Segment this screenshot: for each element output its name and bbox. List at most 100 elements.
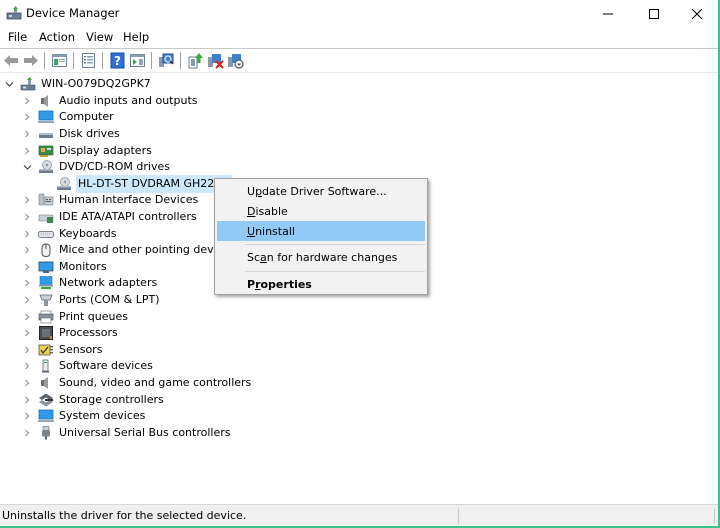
tree-category[interactable]: System devices — [22, 408, 146, 425]
expand-toggle-collapsed[interactable] — [22, 395, 32, 405]
ide-controller-icon — [38, 210, 54, 224]
chevron-right-icon — [25, 280, 30, 287]
uninstall-device-button[interactable] — [207, 52, 224, 69]
expand-toggle-collapsed[interactable] — [22, 229, 32, 239]
tree-category[interactable]: Audio inputs and outputs — [22, 93, 199, 110]
keyboard-icon — [38, 227, 54, 241]
show-hide-action-pane-button[interactable] — [129, 52, 146, 69]
expand-toggle-collapsed[interactable] — [22, 195, 32, 205]
back-button[interactable] — [3, 52, 20, 69]
chevron-right-icon — [25, 396, 30, 404]
back-arrow-icon — [4, 55, 18, 66]
sensor-icon — [38, 343, 54, 357]
tree-category[interactable]: Display adapters — [22, 142, 153, 159]
expand-toggle-collapsed[interactable] — [22, 411, 32, 421]
action-pane-icon — [130, 54, 145, 67]
expand-toggle-collapsed[interactable] — [22, 212, 32, 222]
computer-root-icon — [20, 77, 36, 91]
tree-category[interactable]: Disk drives — [22, 126, 121, 143]
tree-category[interactable]: Print queues — [22, 308, 129, 325]
minimize-icon — [603, 13, 613, 14]
context-menu-item[interactable]: Sc a n for hardware changes — [217, 247, 425, 267]
update-driver-button[interactable] — [187, 52, 204, 69]
speaker-icon — [38, 376, 54, 390]
expand-toggle-collapsed[interactable] — [22, 245, 32, 255]
tree-category[interactable]: Keyboards — [22, 225, 117, 242]
expand-toggle-collapsed[interactable] — [22, 295, 32, 305]
chevron-right-icon — [25, 313, 30, 321]
expand-toggle-collapsed[interactable] — [22, 278, 32, 288]
disable-device-button[interactable] — [227, 52, 244, 69]
context-menu-item[interactable]: Up date Driver Software... — [217, 181, 425, 201]
tree-category[interactable]: Network adapters — [22, 275, 158, 292]
chevron-right-icon — [25, 147, 30, 155]
tree-category[interactable]: Software devices — [22, 358, 154, 375]
expand-toggle-collapsed[interactable] — [22, 312, 32, 322]
context-menu-item[interactable]: Disable — [217, 201, 425, 221]
chevron-right-icon — [25, 130, 30, 138]
tree-category[interactable]: Processors — [22, 325, 119, 342]
properties-button[interactable] — [80, 52, 97, 69]
context-menu-item[interactable]: Pr operties — [217, 274, 425, 294]
computer-icon — [38, 110, 54, 124]
close-button[interactable] — [674, 0, 720, 27]
menu-label-part: Sc — [247, 250, 261, 264]
minimize-button[interactable] — [585, 0, 631, 27]
system-device-icon — [38, 409, 54, 423]
tree-root-computer[interactable]: WIN-O079DQ2GPK7 — [4, 76, 152, 93]
tree-category[interactable]: Universal Serial Bus controllers — [22, 425, 231, 442]
forward-arrow-icon — [24, 55, 38, 66]
scan-hardware-button[interactable] — [158, 52, 175, 69]
help-button[interactable]: ? — [109, 52, 126, 69]
tree-item-label: Monitors — [59, 259, 107, 273]
expand-toggle-collapsed[interactable] — [22, 345, 32, 355]
monitor-icon — [38, 260, 54, 274]
tree-item-label: Display adapters — [59, 143, 152, 157]
expand-toggle-collapsed[interactable] — [22, 328, 32, 338]
menu-action[interactable]: Action — [37, 30, 77, 44]
tree-category[interactable]: Monitors — [22, 259, 108, 276]
expand-toggle-collapsed[interactable] — [22, 262, 32, 272]
context-menu-item[interactable]: Uninstall — [217, 221, 425, 241]
menu-file[interactable]: File — [6, 30, 29, 44]
expand-toggle-collapsed[interactable] — [22, 378, 32, 388]
tree-item-label: Sensors — [59, 342, 103, 356]
toolbar: ? — [0, 48, 718, 72]
dvd-drive-icon — [56, 176, 72, 191]
tree-category[interactable]: Human Interface Devices — [22, 192, 199, 209]
expand-toggle-collapsed[interactable] — [22, 129, 32, 139]
chevron-right-icon — [25, 246, 30, 254]
expand-toggle-collapsed[interactable] — [22, 112, 32, 122]
maximize-button[interactable] — [631, 0, 677, 27]
expand-toggle-collapsed[interactable] — [22, 428, 32, 438]
tree-category[interactable]: Sensors — [22, 342, 103, 359]
tree-category[interactable]: Ports (COM & LPT) — [22, 292, 161, 309]
toolbar-separator — [151, 52, 152, 69]
menu-view[interactable]: View — [84, 30, 115, 44]
tree-category[interactable]: Sound, video and game controllers — [22, 375, 252, 392]
tree-category[interactable]: Mice and other pointing devices — [22, 242, 236, 259]
expand-toggle-collapsed[interactable] — [22, 146, 32, 156]
tree-category[interactable]: IDE ATA/ATAPI controllers — [22, 209, 198, 226]
expand-toggle-expanded[interactable] — [4, 79, 14, 89]
expand-toggle-expanded[interactable] — [22, 162, 32, 172]
hid-icon — [38, 193, 54, 207]
properties-icon — [82, 53, 95, 68]
chevron-right-icon — [25, 263, 30, 271]
tree-device-dvd[interactable]: HL-DT-ST DVDRAM GH22NS — [40, 174, 232, 193]
tree-category[interactable]: DVD/CD-ROM drives — [22, 159, 171, 176]
show-hide-console-tree-button[interactable] — [51, 52, 68, 69]
forward-button[interactable] — [22, 52, 39, 69]
toolbar-separator — [180, 52, 181, 69]
expand-toggle-collapsed[interactable] — [22, 361, 32, 371]
toolbar-separator — [102, 52, 103, 69]
storage-controller-icon — [38, 393, 54, 407]
tree-item-label: Human Interface Devices — [59, 193, 199, 207]
tree-category[interactable]: Computer — [22, 109, 115, 126]
tree-item-label: Sound, video and game controllers — [59, 376, 252, 390]
expand-toggle-collapsed[interactable] — [22, 96, 32, 106]
tree-category[interactable]: Storage controllers — [22, 391, 165, 408]
title-bar[interactable]: Device Manager — [0, 0, 718, 27]
menu-help[interactable]: Help — [121, 30, 151, 44]
device-manager-icon — [6, 6, 22, 20]
